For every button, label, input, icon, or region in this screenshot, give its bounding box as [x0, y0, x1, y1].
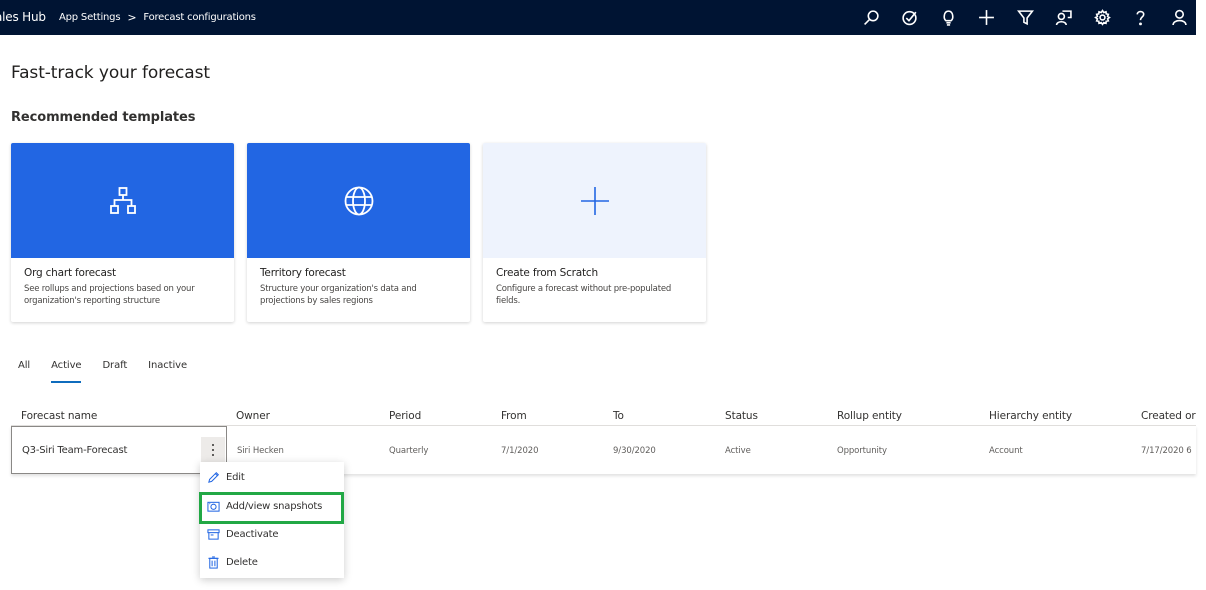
archive-icon — [207, 528, 220, 540]
plus-icon — [580, 186, 609, 215]
status-cell: Active — [725, 446, 751, 456]
card-banner — [247, 143, 470, 258]
forecast-name-cell[interactable]: Q3-Siri Team-Forecast — [11, 426, 227, 474]
app-name[interactable]: ales Hub — [0, 10, 46, 24]
section-title: Recommended templates — [11, 110, 196, 125]
tab-all[interactable]: All — [18, 360, 30, 379]
tab-draft[interactable]: Draft — [102, 360, 127, 379]
breadcrumb-app-settings[interactable]: App Settings — [59, 12, 121, 23]
table-row[interactable]: Q3-Siri Team-Forecast Siri Hecken Quarte… — [11, 426, 1196, 474]
forecast-name[interactable]: Q3-Siri Team-Forecast — [22, 445, 127, 456]
card-description: Configure a forecast without pre-populat… — [496, 284, 672, 306]
menu-item-label: Deactivate — [226, 528, 279, 540]
template-card-territory[interactable]: Territory forecast Structure your organi… — [247, 143, 470, 322]
breadcrumb: App Settings > Forecast configurations — [59, 11, 256, 24]
card-title: Territory forecast — [260, 267, 346, 279]
help-icon[interactable] — [1122, 0, 1161, 35]
column-header-forecast-name[interactable]: Forecast name — [21, 410, 97, 422]
status-tabs: All Active Draft Inactive — [18, 360, 208, 383]
created-on-cell: 7/17/2020 6 — [1141, 446, 1192, 456]
filter-icon[interactable] — [1006, 0, 1045, 35]
breadcrumb-forecast-configurations[interactable]: Forecast configurations — [143, 12, 256, 23]
page-title: Fast-track your forecast — [11, 63, 210, 83]
kebab-dot — [212, 444, 214, 446]
owner-cell: Siri Hecken — [237, 446, 284, 456]
nav-icons — [852, 0, 1199, 35]
period-cell: Quarterly — [389, 446, 429, 456]
tab-inactive[interactable]: Inactive — [148, 360, 187, 379]
grid-header: Forecast name Owner Period From To Statu… — [11, 410, 1196, 426]
card-banner — [11, 143, 234, 258]
highlight-box — [199, 492, 344, 524]
rollup-entity-cell: Opportunity — [837, 446, 887, 456]
kebab-dot — [212, 449, 214, 451]
globe-icon — [344, 186, 373, 215]
assistant-icon[interactable] — [1045, 0, 1084, 35]
pencil-icon — [208, 471, 220, 483]
column-header-rollup-entity[interactable]: Rollup entity — [837, 410, 902, 422]
column-header-created-on[interactable]: Created or — [1141, 410, 1196, 422]
card-description: Structure your organization's data and p… — [260, 284, 417, 306]
column-header-period[interactable]: Period — [389, 410, 421, 422]
column-header-owner[interactable]: Owner — [236, 410, 270, 422]
menu-item-delete[interactable]: Delete — [200, 548, 344, 576]
from-cell: 7/1/2020 — [501, 446, 539, 456]
card-title: Org chart forecast — [24, 267, 116, 279]
menu-item-label: Delete — [226, 556, 258, 568]
menu-item-label: Edit — [226, 471, 245, 483]
more-options-button[interactable] — [201, 437, 225, 463]
trash-icon — [208, 555, 219, 569]
template-card-create-from-scratch[interactable]: Create from Scratch Configure a forecast… — [483, 143, 706, 322]
plus-icon[interactable] — [968, 0, 1007, 35]
kebab-dot — [212, 454, 214, 456]
user-icon[interactable] — [1160, 0, 1199, 35]
hierarchy-entity-cell: Account — [989, 446, 1023, 456]
menu-item-edit[interactable]: Edit — [200, 463, 344, 491]
template-card-org-chart[interactable]: Org chart forecast See rollups and proje… — [11, 143, 234, 322]
breadcrumb-separator: > — [127, 11, 137, 24]
menu-item-deactivate[interactable]: Deactivate — [200, 520, 344, 548]
top-nav-bar: ales Hub App Settings > Forecast configu… — [0, 0, 1196, 35]
column-header-hierarchy-entity[interactable]: Hierarchy entity — [989, 410, 1072, 422]
column-header-status[interactable]: Status — [725, 410, 758, 422]
card-description: See rollups and projections based on you… — [24, 284, 195, 306]
gear-icon[interactable] — [1083, 0, 1122, 35]
lightbulb-icon[interactable] — [929, 0, 968, 35]
search-icon[interactable] — [852, 0, 891, 35]
task-icon[interactable] — [891, 0, 930, 35]
column-header-from[interactable]: From — [501, 410, 527, 422]
card-banner — [483, 143, 706, 258]
tab-active[interactable]: Active — [51, 360, 82, 383]
to-cell: 9/30/2020 — [613, 446, 656, 456]
column-header-to[interactable]: To — [613, 410, 624, 422]
card-title: Create from Scratch — [496, 267, 598, 279]
org-chart-icon — [109, 186, 136, 214]
